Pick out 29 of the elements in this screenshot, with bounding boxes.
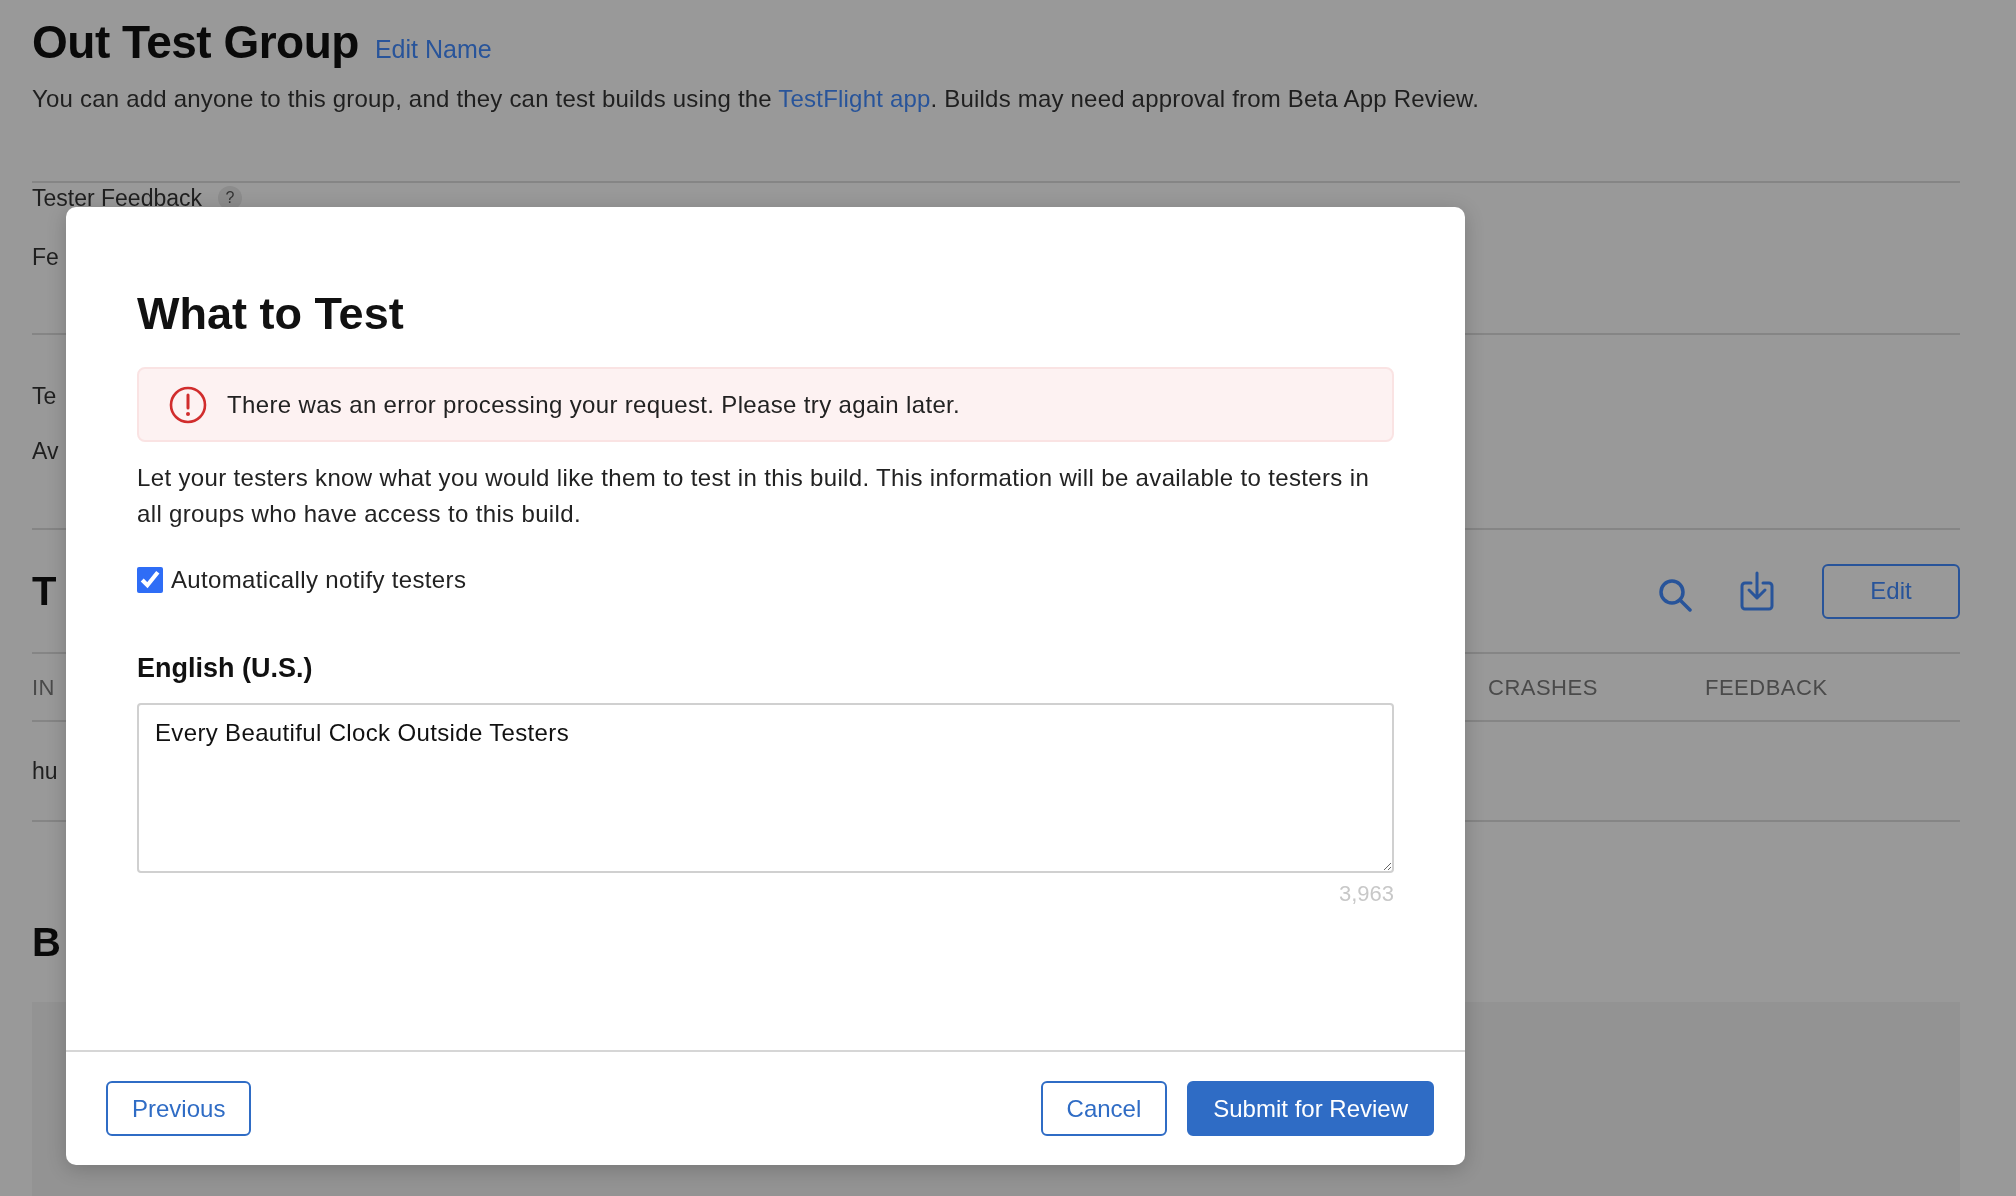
edit-name-link[interactable]: Edit Name xyxy=(374,31,492,69)
page-title: Out Test Group xyxy=(32,15,359,70)
section-title: Te xyxy=(32,385,57,408)
help-icon[interactable]: ? xyxy=(218,186,243,210)
error-message: There was an error processing your request. Please try again later. xyxy=(227,389,961,420)
column-header: FEEDBACK xyxy=(1705,673,1828,702)
section-heading: B xyxy=(32,919,61,966)
section-title: Tester Feedback xyxy=(32,186,203,210)
dialog-button[interactable]: Previous xyxy=(106,1081,252,1136)
download-icon[interactable] xyxy=(1740,571,1774,611)
page-description: You can add anyone to this group, and they can test builds using the TestFlight app. Builds may need approval from Beta App Review. xyxy=(32,84,1481,114)
tester-link[interactable]: hu xyxy=(32,759,58,783)
checkbox-label: Automatically notify testers xyxy=(171,565,467,595)
dialog-description: Let your testers know what you would like them to test in this build. This information will be available to testers in all groups who have access to this build. xyxy=(137,463,1371,529)
column-header: IN xyxy=(32,673,55,702)
notify-checkbox[interactable] xyxy=(137,567,163,593)
column-header: CRASHES xyxy=(1488,673,1598,702)
section-heading: T xyxy=(32,568,57,615)
testflight-link[interactable]: TestFlight app xyxy=(778,85,931,112)
search-icon[interactable] xyxy=(1658,578,1692,612)
edit-button[interactable]: Edit xyxy=(1822,563,1960,619)
dialog-title: What to Test xyxy=(137,287,405,341)
dialog-button[interactable]: Cancel xyxy=(1040,1081,1168,1136)
field-label: English (U.S.) xyxy=(137,652,314,685)
dialog-button[interactable]: Submit for Review xyxy=(1187,1081,1434,1136)
error-icon xyxy=(169,385,207,424)
section-text: Av xyxy=(32,440,59,463)
what-to-test-field[interactable]: Every Beautiful Clock Outside Testers xyxy=(137,702,1394,873)
section-text: Fe xyxy=(32,246,59,269)
